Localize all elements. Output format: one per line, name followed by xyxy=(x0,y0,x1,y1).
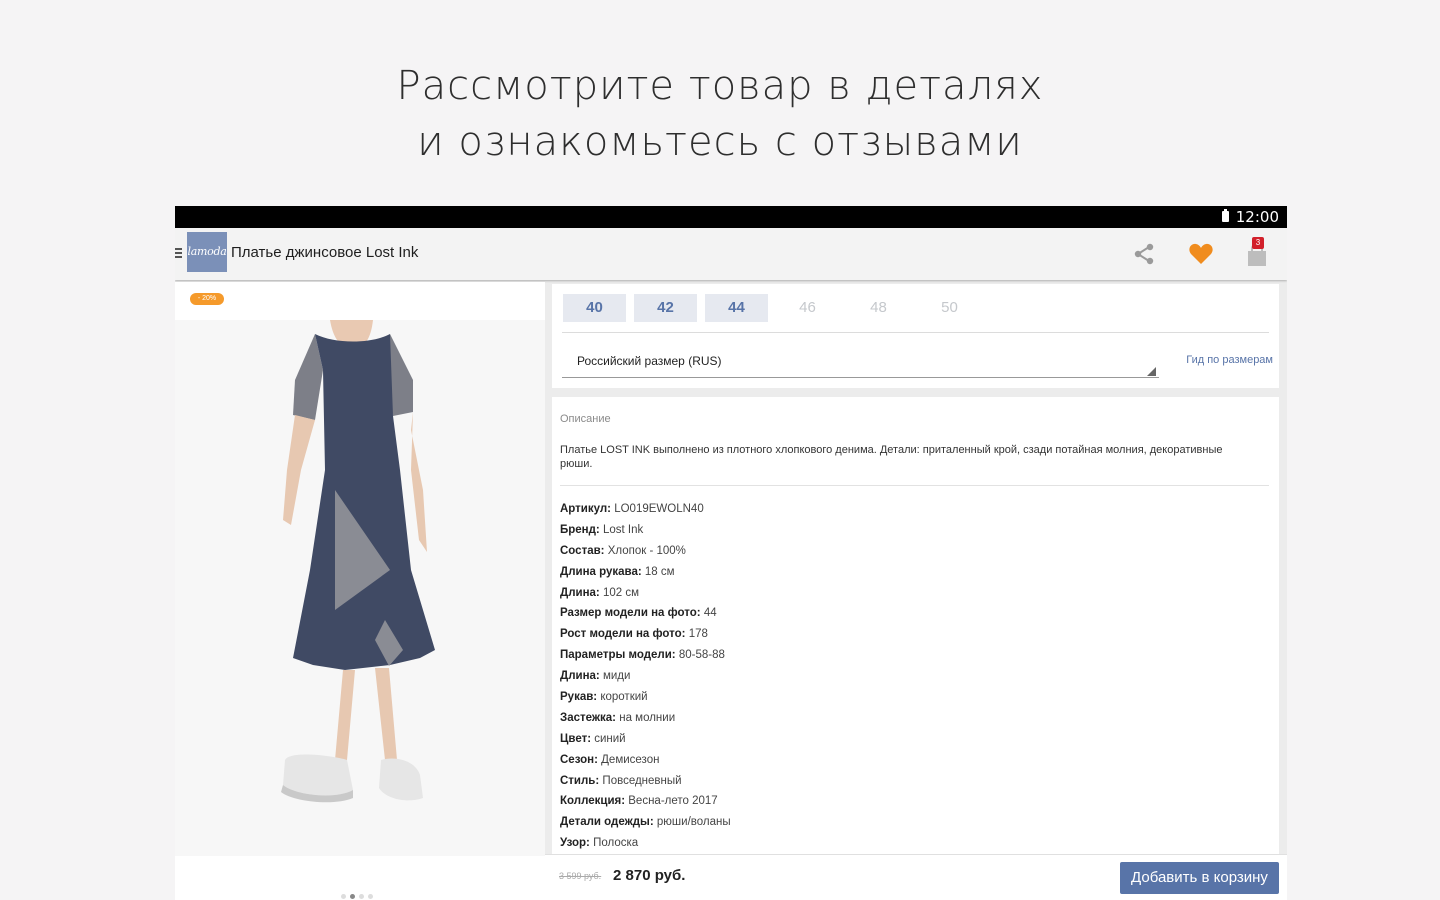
product-gallery[interactable]: - 20% xyxy=(175,282,545,900)
spec-row: Длина: миди xyxy=(560,670,631,683)
spec-row: Рост модели на фото: 178 xyxy=(560,628,708,641)
size-system-select[interactable]: Российский размер (RUS) xyxy=(577,354,722,368)
share-icon[interactable] xyxy=(1132,242,1156,266)
spec-row: Коллекция: Весна-лето 2017 xyxy=(560,795,718,808)
lamoda-logo[interactable]: lamoda xyxy=(187,232,227,272)
current-price: 2 870 руб. xyxy=(613,867,686,884)
size-chip-46: 46 xyxy=(799,299,816,316)
promo-line-1: Рассмотрите товар в деталях xyxy=(396,63,1044,109)
menu-icon[interactable] xyxy=(175,248,182,259)
size-guide-link[interactable]: Гид по размерам xyxy=(1186,354,1273,366)
product-photo[interactable] xyxy=(175,320,545,856)
description-title: Описание xyxy=(560,413,611,425)
heart-icon[interactable] xyxy=(1188,242,1214,266)
purchase-bar: 3 599 руб. 2 870 руб. Добавить в корзину xyxy=(545,854,1287,900)
size-selector: 40 42 44 46 48 50 Российский размер (RUS… xyxy=(552,284,1279,388)
add-to-cart-button[interactable]: Добавить в корзину xyxy=(1120,862,1279,894)
size-chip-50: 50 xyxy=(941,299,958,316)
spec-row: Стиль: Повседневный xyxy=(560,774,682,787)
divider xyxy=(560,485,1269,486)
battery-icon xyxy=(1222,209,1229,222)
size-select-underline xyxy=(562,377,1159,378)
spec-row: Сезон: Демисезон xyxy=(560,753,660,766)
divider xyxy=(562,332,1269,333)
app-bar: lamoda Платье джинсовое Lost Ink 3 xyxy=(175,228,1287,280)
spec-list: Артикул: LO019EWOLN40 Бренд: Lost Ink Со… xyxy=(560,503,731,857)
description-text: Платье LOST INK выполнено из плотного хл… xyxy=(560,444,1223,470)
tablet-screen: 12:00 lamoda Платье джинсовое Lost Ink 3… xyxy=(175,206,1287,900)
description-panel: Описание Платье LOST INK выполнено из пл… xyxy=(552,397,1279,857)
discount-badge: - 20% xyxy=(190,293,224,305)
page-title: Платье джинсовое Lost Ink xyxy=(231,244,419,261)
spec-row: Размер модели на фото: 44 xyxy=(560,607,717,620)
spec-row: Бренд: Lost Ink xyxy=(560,523,644,536)
spec-row: Цвет: синий xyxy=(560,732,626,745)
spec-row: Длина рукава: 18 см xyxy=(560,565,675,578)
promo-line-2: и ознакомьтесь с отзывами xyxy=(417,119,1023,165)
size-chip-42[interactable]: 42 xyxy=(634,294,697,322)
spec-row: Застежка: на молнии xyxy=(560,711,676,724)
spec-row: Состав: Хлопок - 100% xyxy=(560,544,686,557)
cart-count-badge: 3 xyxy=(1252,237,1264,249)
size-chip-40[interactable]: 40 xyxy=(563,294,626,322)
promo-headline: Рассмотрите товар в деталях и ознакомьте… xyxy=(0,58,1440,170)
spec-row: Артикул: LO019EWOLN40 xyxy=(560,503,704,515)
status-time: 12:00 xyxy=(1235,208,1279,226)
spec-row: Длина: 102 см xyxy=(560,586,639,599)
spec-row: Детали одежды: рюши/воланы xyxy=(560,816,731,829)
size-chip-48: 48 xyxy=(870,299,887,316)
spec-row: Параметры модели: 80-58-88 xyxy=(560,649,725,662)
dropdown-caret-icon[interactable] xyxy=(1147,367,1156,376)
spec-row: Рукав: короткий xyxy=(560,691,648,704)
status-bar: 12:00 xyxy=(175,206,1287,228)
size-chip-44[interactable]: 44 xyxy=(705,294,768,322)
old-price: 3 599 руб. xyxy=(559,871,602,881)
gallery-pager[interactable] xyxy=(341,886,377,900)
